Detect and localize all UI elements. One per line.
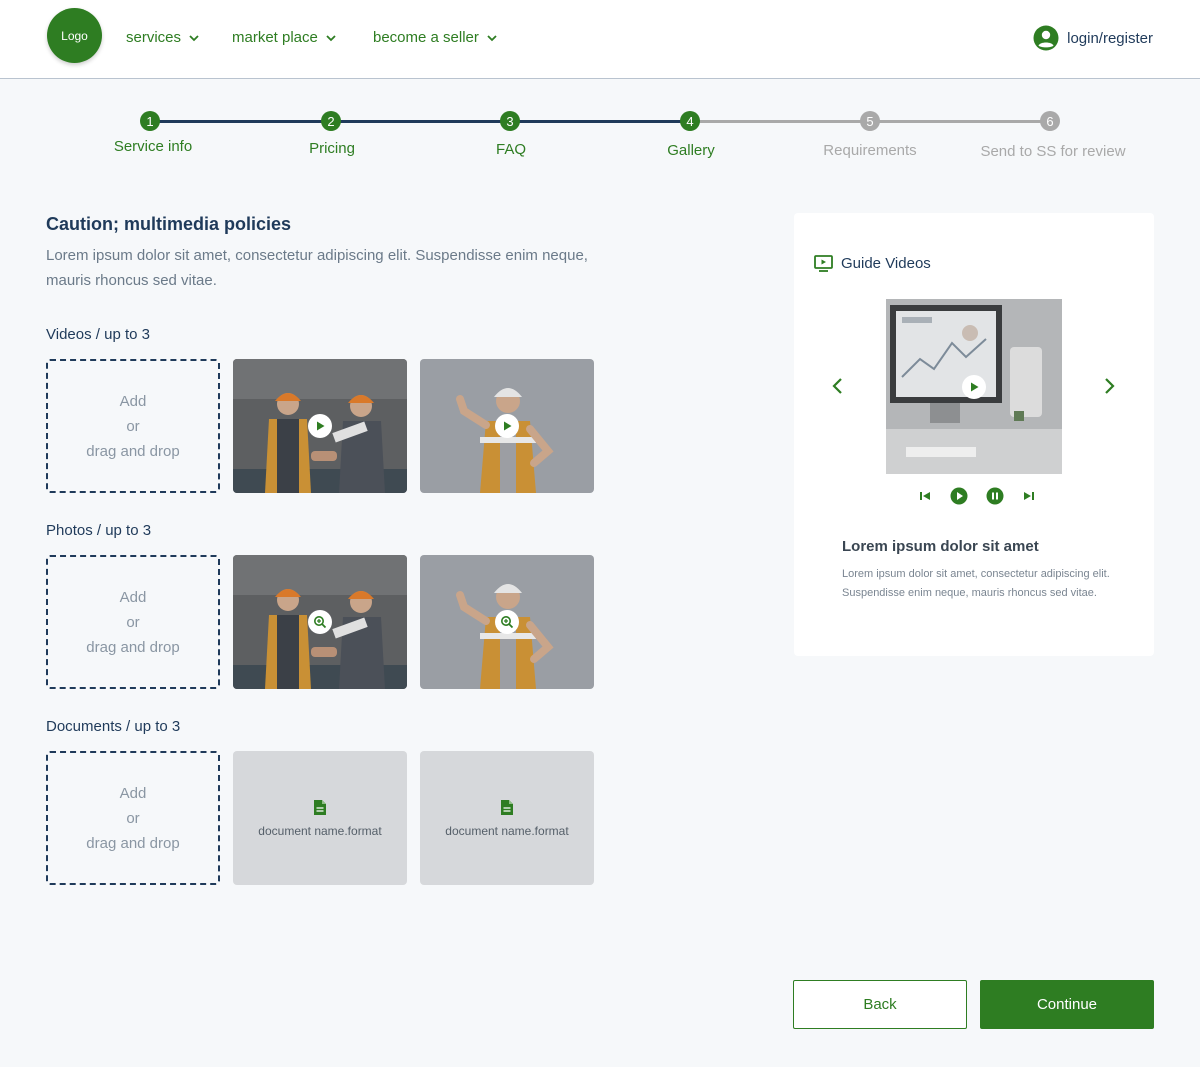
play-icon[interactable] — [308, 414, 332, 438]
video-thumbnail-workers-handshake[interactable] — [233, 359, 407, 493]
login-register-link[interactable]: login/register — [1033, 25, 1153, 51]
document-name: document name.format — [258, 823, 382, 838]
video-dropzone[interactable]: Add or drag and drop — [46, 359, 220, 493]
step-2-marker[interactable]: 2 — [321, 111, 341, 131]
back-button[interactable]: Back — [793, 980, 967, 1029]
play-icon[interactable] — [495, 414, 519, 438]
dropzone-add: Add — [119, 784, 147, 802]
dropzone-add: Add — [119, 392, 147, 410]
step-1-label[interactable]: Service info — [114, 138, 192, 155]
login-register-label: login/register — [1067, 29, 1153, 47]
chevron-left-icon[interactable] — [828, 376, 848, 396]
dropzone-drag-drop: drag and drop — [86, 834, 180, 852]
dropzone-add: Add — [119, 588, 147, 606]
document-dropzone[interactable]: Add or drag and drop — [46, 751, 220, 885]
step-6-label: Send to SS for review — [980, 143, 1126, 160]
zoom-in-icon[interactable] — [308, 610, 332, 634]
continue-button[interactable]: Continue — [980, 980, 1154, 1029]
document-file-icon — [501, 799, 513, 815]
guide-videos-panel: Guide Videos Lorem ipsum dolor sit amet … — [794, 213, 1154, 656]
zoom-in-icon[interactable] — [495, 610, 519, 634]
photo-dropzone[interactable]: Add or drag and drop — [46, 555, 220, 689]
dropzone-or: or — [126, 809, 140, 827]
step-6-marker: 6 — [1040, 111, 1060, 131]
pause-icon[interactable] — [986, 487, 1004, 505]
chevron-right-icon[interactable] — [1099, 376, 1119, 396]
photo-thumbnail-worker-thumbs-up[interactable] — [420, 555, 594, 689]
dropzone-drag-drop: drag and drop — [86, 638, 180, 656]
progress-stepper: 1 2 3 4 5 6 Service info Pricing FAQ Gal… — [0, 110, 1200, 170]
videos-section-title: Videos / up to 3 — [46, 326, 150, 343]
caution-text: Lorem ipsum dolor sit amet, consectetur … — [46, 247, 588, 289]
guide-video-player[interactable] — [886, 299, 1062, 474]
chevron-down-icon — [189, 34, 199, 41]
guide-videos-title: Guide Videos — [841, 255, 931, 272]
documents-section-title: Documents / up to 3 — [46, 718, 181, 735]
document-card[interactable]: document name.format — [233, 751, 407, 885]
document-card[interactable]: document name.format — [420, 751, 594, 885]
document-name: document name.format — [445, 823, 569, 838]
document-file-icon — [314, 799, 326, 815]
play-icon[interactable] — [962, 374, 986, 399]
guide-video-heading: Lorem ipsum dolor sit amet — [842, 538, 1039, 555]
step-3-marker[interactable]: 3 — [500, 111, 520, 131]
photo-thumbnail-workers-handshake[interactable] — [233, 555, 407, 689]
step-2-label[interactable]: Pricing — [309, 140, 355, 157]
step-4-label[interactable]: Gallery — [667, 142, 715, 159]
nav-services-label: services — [126, 29, 182, 46]
caution-title: Caution; multimedia policies — [46, 214, 292, 234]
skip-previous-icon[interactable] — [918, 489, 932, 503]
guide-videos-header: Guide Videos — [814, 255, 931, 272]
play-icon[interactable] — [950, 487, 968, 505]
nav-become-a-seller[interactable]: become a seller — [373, 29, 499, 46]
photos-section-title: Photos / up to 3 — [46, 522, 152, 539]
step-5-marker: 5 — [860, 111, 880, 131]
chevron-down-icon — [487, 34, 497, 41]
video-thumbnail-worker-thumbs-up[interactable] — [420, 359, 594, 493]
chevron-down-icon — [326, 34, 336, 41]
dropzone-drag-drop: drag and drop — [86, 442, 180, 460]
guide-video-description: Lorem ipsum dolor sit amet, consectetur … — [842, 568, 1110, 599]
step-4-marker[interactable]: 4 — [680, 111, 700, 131]
logo[interactable]: Logo — [47, 8, 102, 63]
step-3-label[interactable]: FAQ — [496, 141, 526, 158]
user-account-icon — [1033, 25, 1059, 51]
step-5-label: Requirements — [823, 142, 917, 159]
video-monitor-icon — [814, 255, 833, 272]
dropzone-or: or — [126, 613, 140, 631]
top-header: Logo services market place become a sell… — [0, 0, 1200, 79]
nav-market-place-label: market place — [232, 29, 318, 46]
nav-services[interactable]: services — [126, 29, 201, 46]
step-1-marker[interactable]: 1 — [140, 111, 160, 131]
nav-become-a-seller-label: become a seller — [373, 29, 479, 46]
skip-next-icon[interactable] — [1022, 489, 1036, 503]
nav-market-place[interactable]: market place — [232, 29, 338, 46]
dropzone-or: or — [126, 417, 140, 435]
stepper-line-completed — [150, 120, 690, 123]
video-controls — [918, 487, 1036, 505]
